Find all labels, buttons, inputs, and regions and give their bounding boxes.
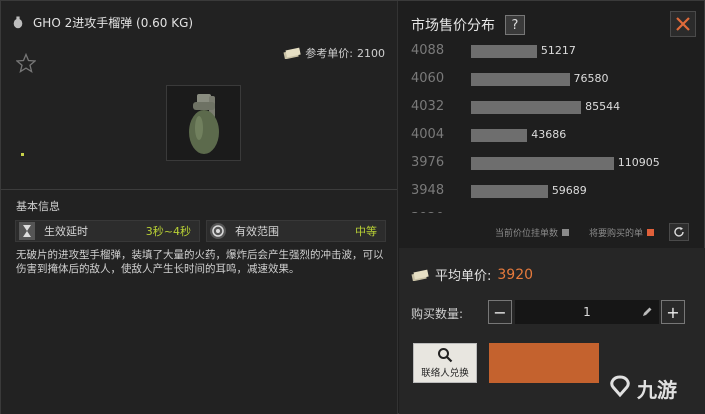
market-panel: GHO 2进攻手榴弹 (0.60 KG) 参考单价: 2100 基本信息 生效延… — [0, 0, 705, 414]
avg-price-value: 3920 — [497, 266, 534, 283]
market-price-pane: 市场售价分布 ? 4088 51217 4060 76580 4032 85544 4004… — [399, 1, 705, 414]
attribute-range: 有效范围 中等 — [206, 220, 386, 242]
item-description: 无破片的进攻型手榴弹，装填了大量的火药，爆炸后会产生强烈的冲击波，可以伤害到掩体… — [16, 249, 384, 275]
grenade-image — [189, 94, 219, 154]
favorite-star-icon[interactable] — [16, 53, 36, 73]
status-dot — [21, 153, 24, 156]
market-title-row: 市场售价分布 ? — [411, 15, 525, 35]
legend-current: 当前价位挂单数 — [495, 226, 570, 239]
refresh-button[interactable] — [669, 223, 689, 241]
grenade-icon — [13, 16, 23, 29]
legend-current-label: 当前价位挂单数 — [495, 229, 559, 239]
contact-exchange-button[interactable]: 联络人兑换 — [413, 343, 477, 383]
pencil-icon — [643, 307, 652, 316]
search-icon — [438, 348, 453, 363]
quantity-value: 1 — [583, 305, 591, 319]
help-button[interactable]: ? — [505, 15, 525, 35]
y-tick-label: 4088 — [411, 43, 445, 58]
bar-value-label: 17906 — [498, 212, 533, 213]
quantity-increase-button[interactable]: + — [661, 300, 685, 324]
buy-button[interactable] — [489, 343, 599, 383]
money-icon — [283, 47, 301, 59]
y-tick-label: 4032 — [411, 99, 445, 114]
avg-price-label: 平均单价: — [435, 269, 492, 284]
ref-price-label: 参考单价: — [305, 47, 353, 60]
item-title-row: GHO 2进攻手榴弹 (0.60 KG) — [11, 13, 193, 31]
market-title: 市场售价分布 — [411, 18, 495, 34]
price-distribution-chart: 4088 51217 4060 76580 4032 85544 4004 43686 3976… — [399, 41, 705, 213]
divider — [1, 189, 397, 190]
quantity-decrease-button[interactable]: − — [488, 300, 512, 324]
section-title-basic-info: 基本信息 — [16, 200, 60, 213]
price-bar — [471, 101, 582, 114]
close-icon — [676, 17, 690, 31]
bar-value-label: 85544 — [585, 100, 621, 113]
legend-mine-label: 将要购买的单 — [589, 229, 644, 239]
watermark-text: 九游 — [637, 377, 677, 402]
attribute-label: 生效延时 — [44, 225, 88, 238]
chart-legend: 当前价位挂单数 将要购买的单 — [399, 223, 705, 241]
ref-price-value: 2100 — [357, 46, 385, 60]
legend-swatch-current — [562, 229, 570, 236]
y-tick-label: 4004 — [411, 127, 445, 142]
price-bar — [471, 73, 570, 86]
bar-value-label: 76580 — [573, 72, 609, 85]
y-tick-label: 3920 — [411, 211, 444, 213]
y-tick-label: 3948 — [411, 183, 445, 198]
y-tick-label: 3976 — [411, 155, 445, 170]
reference-price: 参考单价: 2100 — [283, 45, 385, 61]
legend-swatch-mine — [647, 229, 655, 236]
item-image-frame — [166, 85, 241, 161]
refresh-icon — [674, 227, 684, 237]
item-detail-pane: GHO 2进攻手榴弹 (0.60 KG) 参考单价: 2100 基本信息 生效延… — [1, 1, 398, 414]
money-icon — [411, 269, 429, 281]
price-bar — [471, 45, 537, 58]
hourglass-icon — [16, 221, 38, 241]
quantity-input[interactable]: 1 — [515, 300, 659, 324]
y-tick-label: 4060 — [411, 71, 445, 86]
attribute-value: 中等 — [355, 225, 377, 238]
legend-mine: 将要购买的单 — [589, 226, 655, 239]
quantity-label: 购买数量: — [411, 307, 464, 321]
bar-value-label: 43686 — [531, 128, 567, 141]
bar-value-label: 59689 — [551, 184, 587, 197]
radius-icon — [207, 221, 229, 241]
bar-value-label: 51217 — [540, 44, 576, 57]
attribute-value: 3秒~4秒 — [145, 225, 191, 238]
bar-value-label: 110905 — [617, 156, 660, 169]
average-price: 平均单价: 3920 — [411, 265, 533, 284]
attribute-label: 有效范围 — [235, 225, 279, 238]
watermark: 九游 — [607, 371, 702, 405]
price-bar — [471, 157, 614, 170]
item-title: GHO 2进攻手榴弹 (0.60 KG) — [33, 15, 194, 30]
attribute-delay: 生效延时 3秒~4秒 — [15, 220, 200, 242]
watermark-logo-icon — [610, 375, 630, 398]
close-button[interactable] — [670, 11, 696, 37]
exchange-label: 联络人兑换 — [421, 368, 469, 379]
price-bar — [471, 129, 528, 142]
price-bar — [471, 185, 548, 198]
